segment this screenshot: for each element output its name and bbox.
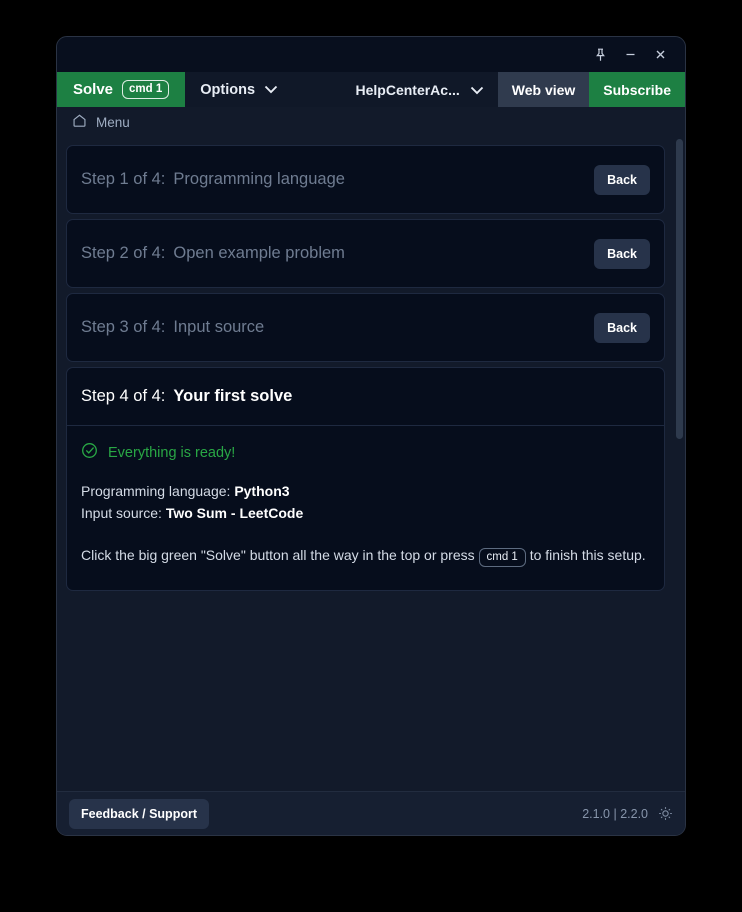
step-card[interactable]: Step 1 of 4: Programming language Back bbox=[66, 145, 665, 214]
chevron-down-icon bbox=[264, 82, 278, 98]
breadcrumb-label: Menu bbox=[96, 114, 130, 130]
check-circle-icon bbox=[81, 442, 98, 463]
status-text: Everything is ready! bbox=[108, 444, 236, 461]
options-menu-button[interactable]: Options bbox=[185, 72, 293, 107]
step-title: Step 2 of 4: Open example problem bbox=[81, 244, 345, 263]
step-label: Step 4 of 4: bbox=[81, 387, 166, 405]
step-name: Programming language bbox=[173, 170, 345, 188]
step-label: Step 2 of 4: bbox=[81, 244, 166, 262]
active-step-panel: Step 4 of 4: Your first solve Everything… bbox=[66, 367, 665, 591]
pin-icon[interactable] bbox=[585, 42, 615, 68]
solve-button[interactable]: Solve cmd 1 bbox=[57, 72, 186, 107]
active-step-body: Everything is ready! Programming languag… bbox=[67, 426, 664, 590]
app-window: Solve cmd 1 Options HelpCenterAc... Web … bbox=[56, 36, 686, 836]
status-row: Everything is ready! bbox=[81, 442, 650, 463]
steps-list: Step 1 of 4: Programming language Back S… bbox=[57, 137, 674, 791]
fact-input-source-key: Input source: bbox=[81, 505, 162, 522]
web-view-button[interactable]: Web view bbox=[497, 72, 590, 107]
account-select-label: HelpCenterAc... bbox=[355, 81, 460, 98]
step-title: Step 3 of 4: Input source bbox=[81, 318, 264, 337]
step-back-button[interactable]: Back bbox=[594, 312, 650, 343]
sun-icon[interactable] bbox=[658, 806, 673, 821]
active-step-header: Step 4 of 4: Your first solve bbox=[67, 368, 664, 426]
toolbar: Solve cmd 1 Options HelpCenterAc... Web … bbox=[57, 72, 685, 107]
step-back-button[interactable]: Back bbox=[594, 238, 650, 269]
fact-language: Programming language: Python3 bbox=[81, 480, 650, 502]
subscribe-label: Subscribe bbox=[603, 81, 671, 98]
vertical-scrollbar[interactable] bbox=[674, 137, 685, 791]
step-card[interactable]: Step 2 of 4: Open example problem Back bbox=[66, 219, 665, 288]
fact-language-value: Python3 bbox=[234, 483, 290, 499]
step-title: Step 1 of 4: Programming language bbox=[81, 170, 345, 189]
summary-facts: Programming language: Python3 Input sour… bbox=[81, 480, 650, 525]
step-name: Open example problem bbox=[173, 244, 345, 262]
solve-button-label: Solve bbox=[73, 81, 114, 98]
fact-input-source: Input source: Two Sum - LeetCode bbox=[81, 502, 650, 524]
step-name: Your first solve bbox=[173, 387, 293, 405]
step-back-button[interactable]: Back bbox=[594, 164, 650, 195]
close-icon[interactable] bbox=[645, 42, 675, 68]
version-label: 2.1.0 | 2.2.0 bbox=[582, 806, 648, 821]
account-select[interactable]: HelpCenterAc... bbox=[342, 72, 498, 107]
breadcrumb[interactable]: Menu bbox=[57, 107, 685, 137]
content-area: Step 1 of 4: Programming language Back S… bbox=[57, 137, 685, 791]
step-label: Step 3 of 4: bbox=[81, 318, 166, 336]
footer-right: 2.1.0 | 2.2.0 bbox=[582, 806, 673, 821]
footer-bar: Feedback / Support 2.1.0 | 2.2.0 bbox=[57, 791, 685, 835]
minimize-icon[interactable] bbox=[615, 42, 645, 68]
step-title: Step 4 of 4: Your first solve bbox=[81, 387, 292, 406]
scrollbar-thumb[interactable] bbox=[676, 139, 683, 439]
options-label: Options bbox=[200, 81, 256, 98]
step-card[interactable]: Step 3 of 4: Input source Back bbox=[66, 293, 665, 362]
title-bar bbox=[57, 37, 685, 72]
hint-after: to finish this setup. bbox=[529, 546, 646, 563]
subscribe-button[interactable]: Subscribe bbox=[589, 72, 685, 107]
fact-input-source-value: Two Sum - LeetCode bbox=[165, 505, 304, 522]
hint-shortcut-badge: cmd 1 bbox=[478, 547, 526, 567]
step-label: Step 1 of 4: bbox=[81, 170, 166, 188]
feedback-support-button[interactable]: Feedback / Support bbox=[69, 798, 209, 829]
step-name: Input source bbox=[173, 318, 265, 336]
fact-language-key: Programming language: bbox=[81, 483, 231, 499]
solve-shortcut-badge: cmd 1 bbox=[122, 79, 170, 100]
home-icon bbox=[72, 113, 87, 131]
hint-text: Click the big green "Solve" button all t… bbox=[81, 543, 650, 568]
hint-before: Click the big green "Solve" button all t… bbox=[81, 546, 475, 563]
chevron-down-icon bbox=[470, 82, 484, 98]
web-view-label: Web view bbox=[511, 81, 576, 98]
